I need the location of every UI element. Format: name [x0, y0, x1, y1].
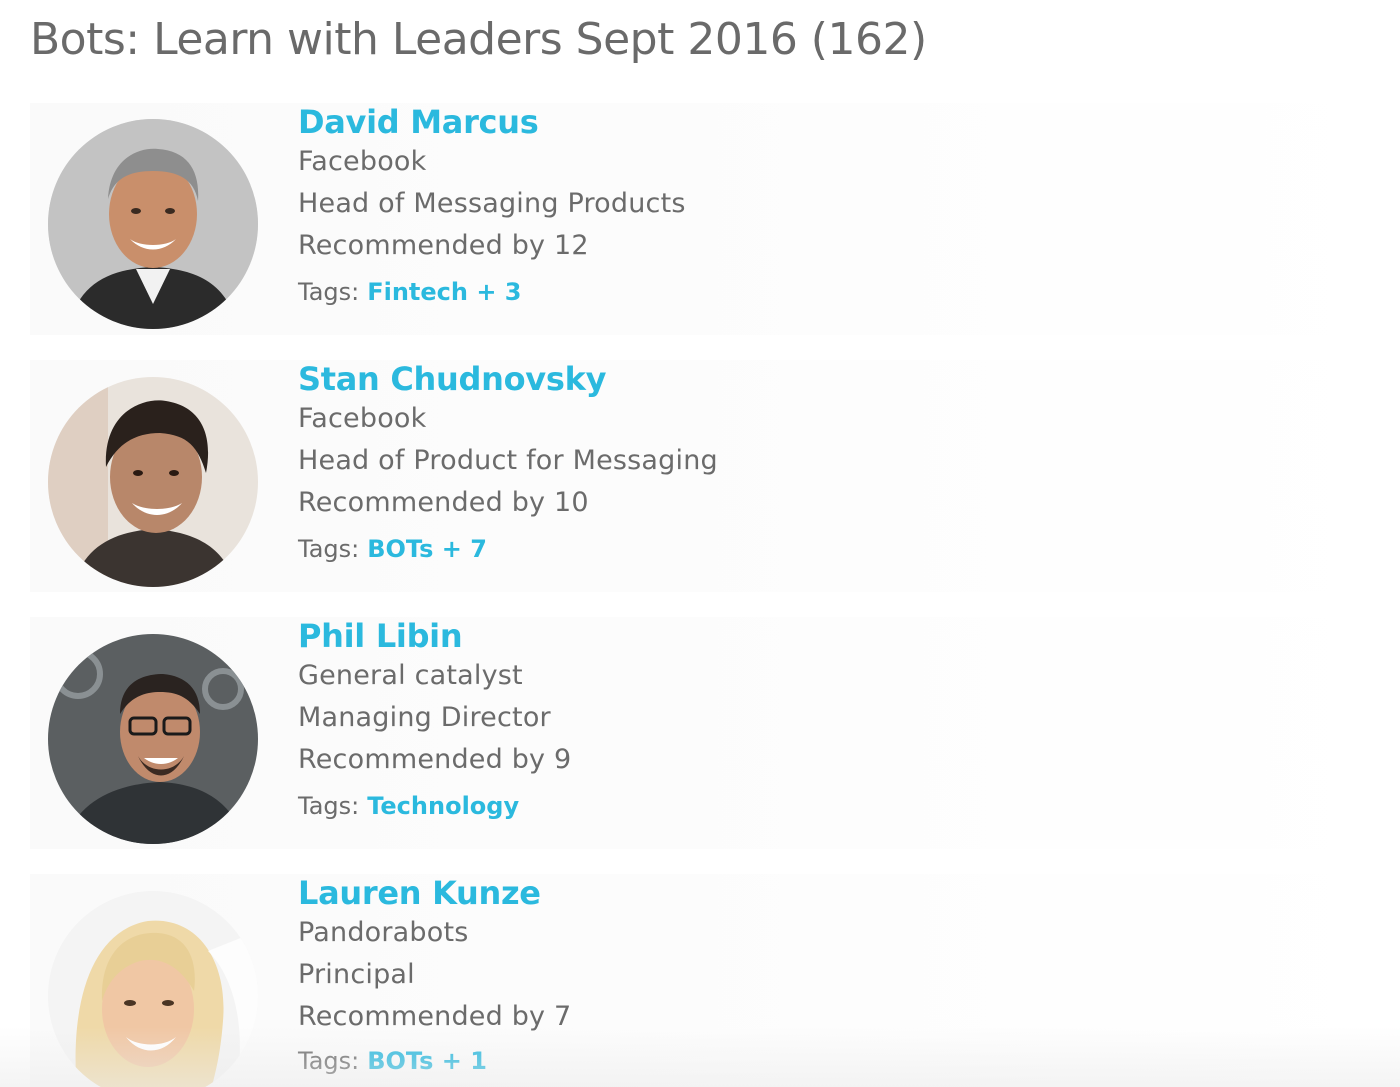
tags-label: Tags: — [298, 1047, 360, 1075]
person-photo-icon — [48, 634, 258, 844]
avatar[interactable] — [48, 891, 258, 1087]
tags-label: Tags: — [298, 535, 360, 563]
person-photo-icon — [48, 119, 258, 329]
avatar[interactable] — [48, 119, 258, 329]
person-photo-icon — [48, 377, 258, 587]
avatar[interactable] — [48, 634, 258, 844]
person-photo-icon — [48, 891, 258, 1087]
leader-role: Principal — [298, 959, 415, 990]
tags-link[interactable]: BOTs + 1 — [367, 1047, 487, 1075]
leader-company: Facebook — [298, 146, 427, 177]
leader-name[interactable]: Phil Libin — [298, 617, 463, 655]
leader-role: Head of Messaging Products — [298, 188, 686, 219]
leader-name[interactable]: David Marcus — [298, 103, 539, 141]
leader-recommended: Recommended by 9 — [298, 744, 572, 775]
leader-name[interactable]: Lauren Kunze — [298, 874, 541, 912]
leader-role: Managing Director — [298, 702, 551, 733]
leader-card[interactable]: Lauren Kunze Pandorabots Principal Recom… — [30, 866, 1400, 1087]
leader-tags: Tags: BOTs + 1 — [298, 1047, 487, 1075]
tags-label: Tags: — [298, 792, 360, 820]
leader-recommended: Recommended by 7 — [298, 1001, 572, 1032]
leader-card[interactable]: David Marcus Facebook Head of Messaging … — [30, 95, 1400, 335]
leader-tags: Tags: Technology — [298, 792, 519, 820]
leader-company: Pandorabots — [298, 917, 469, 948]
leader-card[interactable]: Stan Chudnovsky Facebook Head of Product… — [30, 352, 1400, 592]
tags-link[interactable]: Fintech + 3 — [367, 278, 521, 306]
avatar[interactable] — [48, 377, 258, 587]
tags-link[interactable]: BOTs + 7 — [367, 535, 487, 563]
leader-role: Head of Product for Messaging — [298, 445, 718, 476]
leader-card[interactable]: Phil Libin General catalyst Managing Dir… — [30, 609, 1400, 849]
leader-tags: Tags: BOTs + 7 — [298, 535, 487, 563]
leader-recommended: Recommended by 12 — [298, 230, 589, 261]
tags-link[interactable]: Technology — [367, 792, 519, 820]
tags-label: Tags: — [298, 278, 360, 306]
leader-name[interactable]: Stan Chudnovsky — [298, 360, 606, 398]
leader-tags: Tags: Fintech + 3 — [298, 278, 522, 306]
leader-company: General catalyst — [298, 660, 523, 691]
leaders-list: David Marcus Facebook Head of Messaging … — [0, 0, 1400, 1087]
leader-recommended: Recommended by 10 — [298, 487, 589, 518]
leader-company: Facebook — [298, 403, 427, 434]
